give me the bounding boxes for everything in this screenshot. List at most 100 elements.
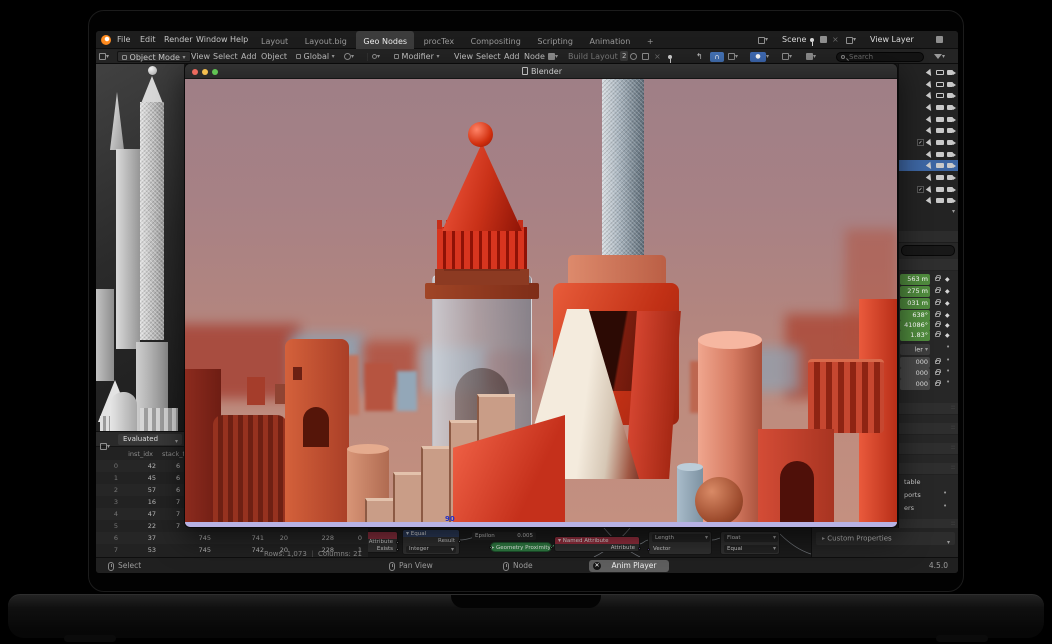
object-name-field[interactable] xyxy=(901,245,955,256)
collapsed-panel[interactable] xyxy=(899,463,958,475)
animate-dot[interactable]: • xyxy=(943,489,947,497)
outliner-row[interactable] xyxy=(899,195,958,206)
close-icon[interactable]: ✕ xyxy=(593,562,601,570)
scale-z-field[interactable]: 000 xyxy=(900,379,930,390)
animate-dot[interactable]: • xyxy=(943,502,947,510)
location-z-field[interactable]: 031 m xyxy=(900,298,930,309)
scale-x-field[interactable]: 000 xyxy=(900,357,930,368)
vector-math-node[interactable]: Length▾ Vector xyxy=(648,531,712,555)
viewport-3d-clay[interactable] xyxy=(96,64,184,431)
animate-dot[interactable]: • xyxy=(946,343,950,351)
named-attribute-node[interactable]: ▾ Named Attribute Attribute xyxy=(554,536,640,552)
parent-tree-icon[interactable]: ↰ xyxy=(696,49,703,64)
orientation-dropdown[interactable]: Global ▾ xyxy=(296,49,335,64)
lock-icon[interactable] xyxy=(935,371,940,375)
outliner-row[interactable]: ✓ xyxy=(899,184,958,195)
viewport-menu-select[interactable]: Select xyxy=(213,49,238,64)
collapsed-panel[interactable] xyxy=(899,403,958,415)
compare-operation-dropdown[interactable]: Equal▾ xyxy=(724,545,778,553)
gn-context-dropdown[interactable]: Modifier ▾ xyxy=(394,49,439,64)
outliner-checkbox[interactable]: ✓ xyxy=(917,139,924,146)
menu-file[interactable]: File xyxy=(117,31,130,49)
location-x-field[interactable]: 563 m xyxy=(900,274,930,285)
search-input[interactable] xyxy=(849,53,919,61)
outliner-row[interactable] xyxy=(899,79,958,90)
outliner-row-selected[interactable] xyxy=(899,160,958,171)
animate-dot[interactable]: • xyxy=(946,367,950,375)
dataset-dropdown[interactable]: Evaluated▾ xyxy=(118,434,182,445)
geometry-node-editor[interactable]: Attribute Exists ▾ Equal Result Integer▾… xyxy=(368,528,811,557)
animate-dot[interactable]: • xyxy=(946,356,950,364)
outliner-row[interactable]: ✓ xyxy=(899,137,958,148)
view-layer-icon[interactable]: ▾ xyxy=(846,31,856,49)
pin-icon[interactable] xyxy=(668,49,672,64)
keyframe-icon[interactable]: ◆ xyxy=(945,276,950,283)
node-menu-view[interactable]: View xyxy=(454,49,473,64)
node-menu-select[interactable]: Select xyxy=(476,49,501,64)
filter-funnel-icon[interactable]: ▾ xyxy=(934,49,945,64)
collapsed-panel[interactable] xyxy=(899,423,958,435)
proportional-falloff-dropdown[interactable]: ●▾ xyxy=(750,49,769,64)
outliner-row[interactable] xyxy=(899,172,958,183)
epsilon-field[interactable]: Epsilon0.005 xyxy=(472,532,536,540)
compare-type-dropdown[interactable]: Float▾ xyxy=(724,534,778,542)
view-layer-copy-icon[interactable] xyxy=(936,31,943,49)
vector-math-mode-dropdown[interactable]: Length▾ xyxy=(652,534,710,542)
outliner-row[interactable] xyxy=(899,114,958,125)
rotation-mode-dropdown[interactable]: ler ▾ xyxy=(900,344,930,355)
viewport-menu-object[interactable]: Object xyxy=(261,49,287,64)
outliner-row[interactable] xyxy=(899,125,958,136)
outliner-row[interactable] xyxy=(899,67,958,78)
column-header-stack-t[interactable]: stack_t xyxy=(162,449,185,459)
equal-mode-dropdown[interactable]: Integer▾ xyxy=(406,546,456,553)
scene-copy-icon[interactable] xyxy=(820,31,827,49)
keyframe-icon[interactable]: ◆ xyxy=(945,332,950,339)
menu-render[interactable]: Render xyxy=(164,31,192,49)
outliner-row[interactable] xyxy=(899,102,958,113)
column-header-inst-idx[interactable]: inst_idx xyxy=(116,449,153,459)
editor-type-icon[interactable]: ▾ xyxy=(99,49,109,64)
lock-icon[interactable] xyxy=(935,313,940,317)
outliner-display-mode-dropdown[interactable]: ▾ xyxy=(782,49,792,64)
lock-icon[interactable] xyxy=(935,323,940,327)
location-y-field[interactable]: 275 m xyxy=(900,286,930,297)
viewport-menu-add[interactable]: Add xyxy=(241,49,257,64)
animate-dot[interactable]: • xyxy=(946,378,950,386)
lock-icon[interactable] xyxy=(935,301,940,305)
spreadsheet-editor-icon[interactable]: ▾ xyxy=(100,436,110,455)
outliner-checkbox[interactable]: ✓ xyxy=(917,186,924,193)
collapsed-panel[interactable] xyxy=(899,443,958,455)
custom-properties-panel[interactable]: ▸ Custom Properties▾ xyxy=(816,532,955,545)
outliner-collapse-caret[interactable]: ▾ xyxy=(952,208,955,215)
render-window-titlebar[interactable]: Blender xyxy=(185,64,898,79)
menu-help[interactable]: Help xyxy=(230,31,248,49)
lock-icon[interactable] xyxy=(935,333,940,337)
unlink-node-group-icon[interactable]: × xyxy=(654,49,661,64)
scene-selector[interactable]: Scene xyxy=(782,31,806,49)
snap-mode-dropdown[interactable]: ▾ xyxy=(728,49,738,64)
view-layer-selector[interactable]: View Layer xyxy=(870,31,914,49)
geometry-proximity-node[interactable]: ▸ Geometry Proximity xyxy=(490,542,552,552)
keyframe-icon[interactable]: ◆ xyxy=(945,312,950,319)
node-group-name[interactable]: Build Layout xyxy=(568,49,618,64)
proportional-edit-icon[interactable]: ▾ xyxy=(372,49,380,64)
menu-window[interactable]: Window xyxy=(196,31,228,49)
attribute-node[interactable]: Attribute Exists xyxy=(368,531,398,553)
pivot-dropdown[interactable]: ▾ xyxy=(344,49,354,64)
equal-node[interactable]: ▾ Equal Result Integer▾ xyxy=(402,529,460,555)
anim-player-badge[interactable]: ✕Anim Player xyxy=(589,560,669,572)
copy-node-group-icon[interactable] xyxy=(642,49,649,64)
table-row[interactable]: 637745741202280 xyxy=(96,532,368,544)
node-group-icon[interactable]: ▾ xyxy=(548,49,558,64)
viewport-menu-view[interactable]: View xyxy=(191,49,210,64)
scene-datablock-icon[interactable]: ▾ xyxy=(758,31,768,49)
compare-node[interactable]: Float▾ Equal▾ xyxy=(720,531,780,555)
blender-logo-icon[interactable] xyxy=(101,35,111,45)
scale-y-field[interactable]: 000 xyxy=(900,368,930,379)
lock-icon[interactable] xyxy=(935,360,940,364)
keyframe-icon[interactable]: ◆ xyxy=(945,322,950,329)
snap-magnet-icon[interactable]: ∩ xyxy=(710,49,724,64)
lock-icon[interactable] xyxy=(935,277,940,281)
node-menu-add[interactable]: Add xyxy=(504,49,520,64)
timeline-progress-bar[interactable] xyxy=(185,522,898,527)
